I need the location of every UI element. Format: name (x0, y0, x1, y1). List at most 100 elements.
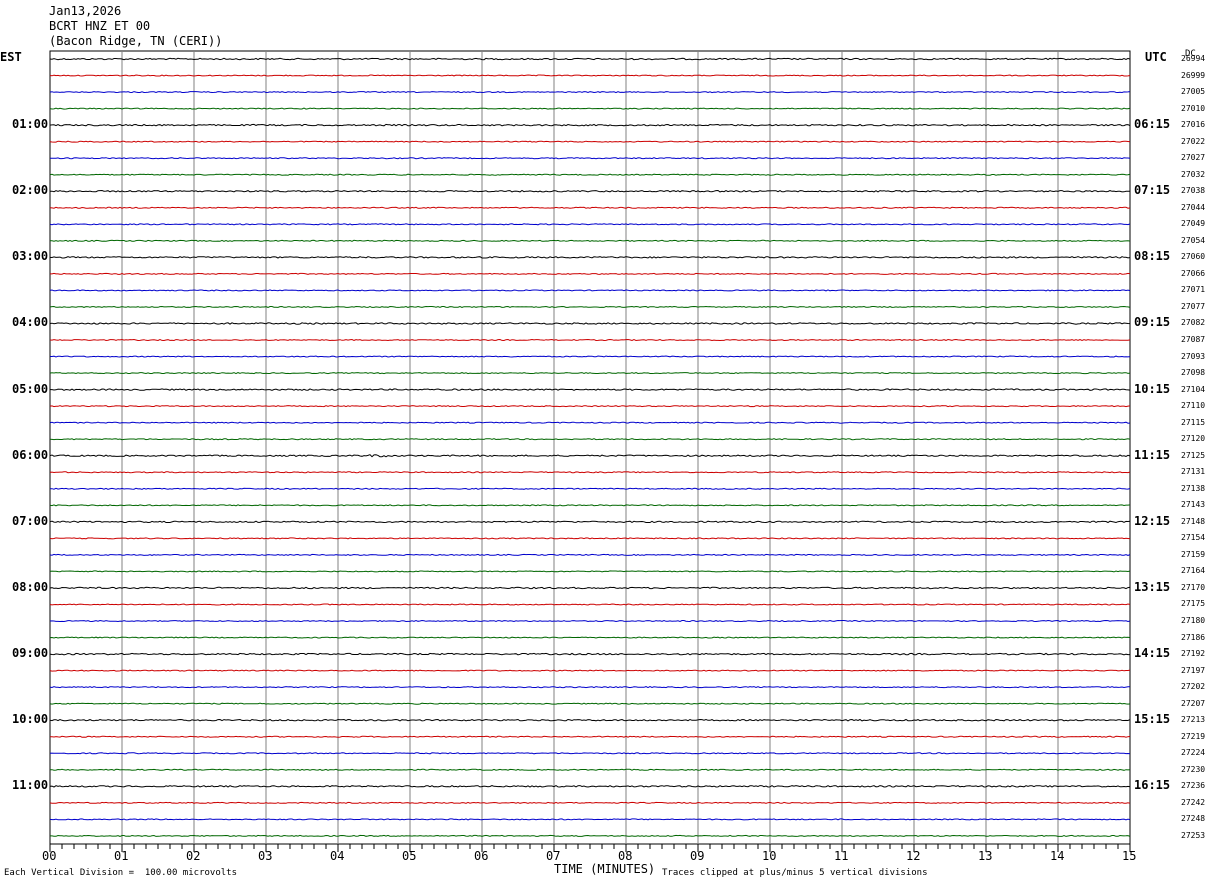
x-tick-label: 15 (1122, 849, 1137, 863)
vertical-division-note: Each Vertical Division = 100.00 microvol… (4, 868, 237, 878)
dc-value-label: 27170 (1181, 582, 1206, 592)
left-hour-label: 05:00 (12, 381, 49, 396)
seismic-trace (50, 239, 1131, 242)
dc-value-label: 27110 (1181, 401, 1206, 411)
x-tick-label: 10 (762, 849, 777, 863)
seismic-trace (49, 173, 1131, 176)
x-tick-label: 14 (1050, 849, 1065, 863)
dc-value-label: 27093 (1181, 351, 1206, 361)
dc-value-label: 27164 (1181, 566, 1206, 576)
right-hour-label: 15:15 (1134, 712, 1171, 727)
left-hour-label: 06:00 (12, 447, 49, 462)
dc-value-label: 26994 (1181, 54, 1206, 63)
dc-value-label: 27044 (1181, 202, 1206, 212)
left-hour-label: 04:00 (12, 315, 49, 330)
right-hour-label: 11:15 (1134, 447, 1171, 462)
dc-value-label: 27224 (1181, 748, 1206, 758)
seismic-trace (49, 768, 1131, 771)
seismic-trace (49, 818, 1131, 821)
dc-value-label: 27032 (1181, 169, 1206, 179)
dc-value-label: 27180 (1181, 616, 1206, 626)
seismic-trace (49, 553, 1131, 556)
x-axis-title: TIME (MINUTES) (554, 862, 656, 876)
seismic-trace (49, 636, 1131, 639)
seismic-trace (49, 603, 1131, 606)
seismic-trace (50, 834, 1131, 837)
dc-value-label: 27010 (1181, 103, 1206, 113)
left-hour-label: 07:00 (12, 513, 49, 528)
seismic-trace (50, 355, 1131, 358)
dc-value-label: 27154 (1181, 533, 1206, 543)
left-hour-label: 11:00 (12, 778, 49, 793)
seismic-trace (49, 289, 1131, 292)
dc-value-label: 27005 (1181, 87, 1206, 97)
seismic-trace (49, 718, 1131, 722)
right-hour-label: 09:15 (1134, 315, 1171, 330)
right-hour-label: 13:15 (1134, 579, 1171, 594)
seismic-trace (49, 487, 1131, 490)
right-hour-label: 16:15 (1134, 778, 1171, 793)
seismic-trace (49, 752, 1131, 755)
left-hour-label: 09:00 (12, 646, 49, 661)
dc-value-label: 26999 (1181, 70, 1206, 80)
dc-value-label: 27125 (1181, 450, 1206, 460)
clip-note: Traces clipped at plus/minus 5 vertical … (662, 868, 928, 878)
seismic-trace (49, 256, 1131, 259)
dc-value-label: 27060 (1181, 252, 1206, 262)
dc-value-label: 27202 (1181, 682, 1206, 692)
x-tick-label: 03 (258, 849, 273, 863)
dc-value-label: 27159 (1181, 549, 1206, 559)
seismic-trace (49, 801, 1131, 804)
dc-value-label: 27027 (1181, 153, 1206, 163)
left-hour-label: 02:00 (12, 183, 49, 198)
dc-value-label: 27143 (1181, 500, 1206, 510)
dc-value-label: 27038 (1181, 186, 1206, 196)
dc-value-label: 27115 (1181, 417, 1206, 427)
x-tick-label: 01 (114, 849, 129, 863)
seismic-trace (49, 74, 1131, 77)
seismic-trace (49, 405, 1131, 408)
x-tick-label: 05 (402, 849, 417, 863)
seismic-trace (49, 338, 1131, 342)
right-hour-label: 12:15 (1134, 513, 1171, 528)
right-hour-label: 07:15 (1134, 183, 1171, 198)
seismic-trace (49, 123, 1131, 127)
plot-frame (49, 50, 1131, 845)
x-tick-label: 02 (186, 849, 201, 863)
right-hour-label: 08:15 (1134, 249, 1171, 264)
right-hour-label: 10:15 (1134, 381, 1171, 396)
dc-value-label: 27087 (1181, 335, 1206, 344)
dc-value-label: 27054 (1181, 235, 1206, 245)
left-hour-label: 08:00 (12, 579, 49, 594)
dc-value-label: 27219 (1181, 731, 1206, 741)
x-tick-label: 06 (474, 849, 489, 863)
seismic-trace (49, 471, 1131, 474)
seismic-trace (49, 421, 1131, 424)
dc-value-label: 27082 (1181, 318, 1206, 328)
dc-value-label: 27049 (1181, 219, 1206, 229)
seismic-trace (49, 140, 1131, 143)
seismic-trace (50, 388, 1131, 391)
dc-value-label: 27131 (1181, 467, 1206, 477)
dc-value-label: 27071 (1181, 285, 1206, 295)
seismic-trace (49, 570, 1131, 573)
dc-value-label: 27186 (1181, 632, 1206, 642)
seismic-trace (49, 686, 1131, 689)
x-tick-label: 09 (690, 849, 705, 863)
dc-value-label: 27138 (1181, 483, 1206, 493)
dc-value-label: 27104 (1181, 384, 1206, 394)
x-tick-label: 12 (906, 849, 921, 863)
seismic-trace (49, 652, 1130, 656)
seismic-trace (49, 223, 1131, 226)
dc-value-label: 27236 (1181, 781, 1206, 791)
right-hour-label: 06:15 (1134, 117, 1171, 132)
dc-value-label: 27242 (1181, 797, 1206, 807)
seismic-trace (49, 438, 1131, 441)
dc-value-label: 27016 (1181, 120, 1206, 130)
seismic-trace (49, 454, 1131, 458)
seismic-trace (49, 504, 1131, 507)
x-tick-label: 00 (42, 849, 57, 863)
seismic-trace (49, 586, 1131, 590)
left-hour-label: 10:00 (12, 712, 49, 727)
seismic-trace (49, 669, 1131, 672)
